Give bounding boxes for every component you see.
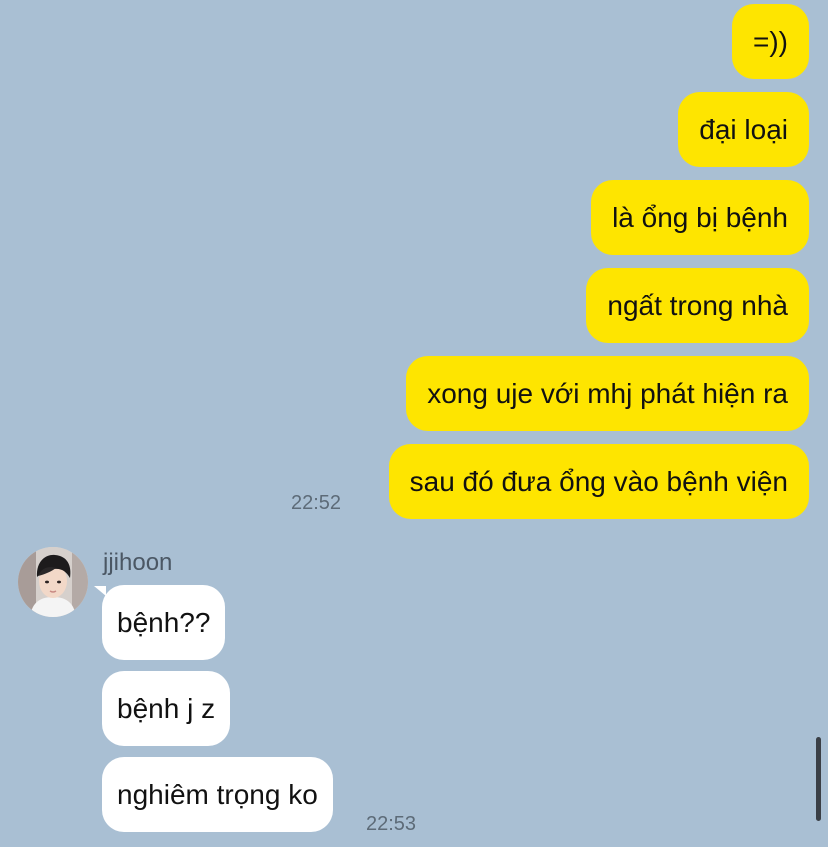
outgoing-message-bubble[interactable]: sau đó đưa ổng vào bệnh viện	[388, 444, 809, 519]
message-text: nghiêm trọng ko	[117, 779, 318, 810]
incoming-message-bubble[interactable]: bệnh??	[102, 585, 226, 660]
incoming-message-bubble[interactable]: bệnh j z	[102, 671, 231, 746]
scrollbar[interactable]	[816, 737, 821, 821]
incoming-message-bubble[interactable]: nghiêm trọng ko	[102, 757, 333, 832]
outgoing-message-bubble[interactable]: là ổng bị bệnh	[591, 180, 809, 255]
sender-name[interactable]: jjihoon	[103, 549, 172, 577]
message-text: ngất trong nhà	[607, 290, 788, 321]
message-text: là ổng bị bệnh	[612, 202, 788, 233]
avatar[interactable]	[18, 547, 88, 617]
message-text: bệnh j z	[117, 693, 216, 724]
message-text: xong uje với mhj phát hiện ra	[427, 378, 788, 409]
message-text: =))	[753, 26, 788, 57]
outgoing-message-bubble[interactable]: =))	[732, 4, 809, 79]
outgoing-message-bubble[interactable]: đại loại	[678, 92, 809, 167]
chat-message-list[interactable]: =)) đại loại là ổng bị bệnh ngất trong n…	[0, 0, 828, 847]
message-text: bệnh??	[117, 607, 211, 638]
outgoing-message-bubble[interactable]: xong uje với mhj phát hiện ra	[406, 356, 809, 431]
message-timestamp: 22:52	[291, 492, 342, 514]
outgoing-message-bubble[interactable]: ngất trong nhà	[586, 268, 809, 343]
message-timestamp: 22:53	[366, 813, 417, 835]
user-avatar-icon	[18, 547, 88, 617]
message-text: đại loại	[699, 114, 788, 145]
bubble-tail	[94, 586, 106, 596]
message-text: sau đó đưa ổng vào bệnh viện	[409, 466, 788, 497]
